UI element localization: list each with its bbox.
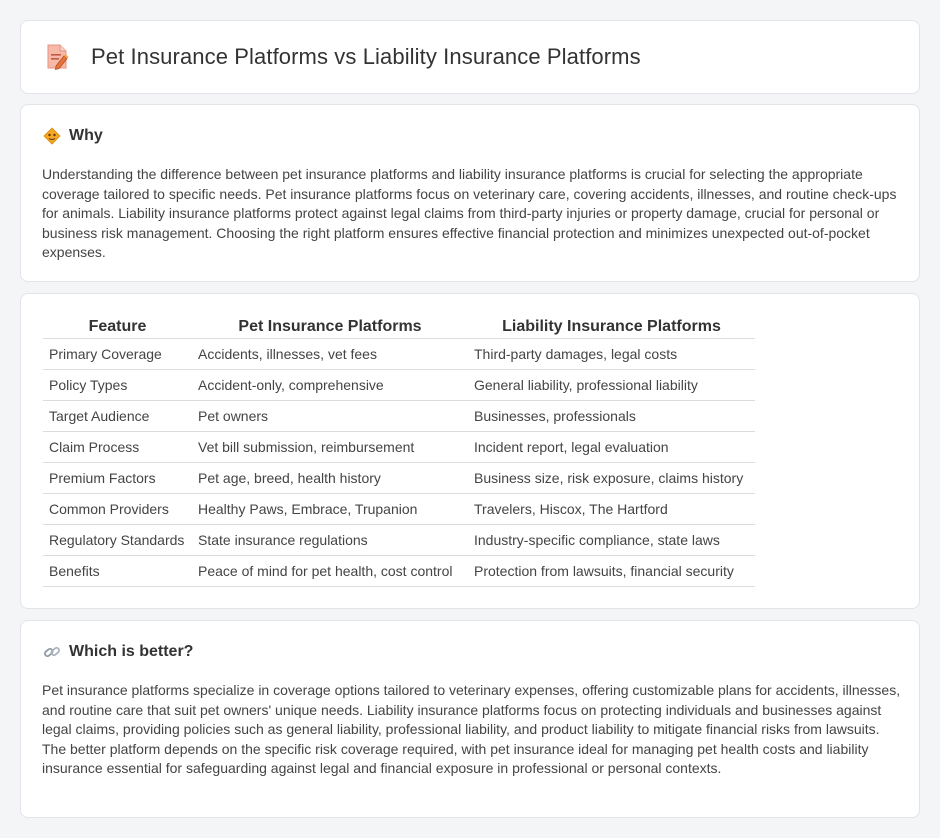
- column-header-liability: Liability Insurance Platforms: [468, 316, 755, 339]
- liability-cell: Business size, risk exposure, claims his…: [468, 462, 755, 494]
- comparison-section: Feature Pet Insurance Platforms Liabilit…: [20, 293, 920, 609]
- table-header-row: Feature Pet Insurance Platforms Liabilit…: [43, 316, 755, 339]
- why-heading: Why: [43, 127, 103, 145]
- pet-cell: Pet owners: [192, 400, 468, 432]
- table-row: Premium Factors Pet age, breed, health h…: [43, 462, 755, 494]
- pet-cell: Accident-only, comprehensive: [192, 369, 468, 401]
- liability-cell: Third-party damages, legal costs: [468, 338, 755, 370]
- liability-cell: Businesses, professionals: [468, 400, 755, 432]
- table-row: Primary Coverage Accidents, illnesses, v…: [43, 338, 755, 370]
- which-is-better-section: Which is better? Pet insurance platforms…: [20, 620, 920, 818]
- feature-cell: Benefits: [43, 555, 192, 587]
- link-icon: [44, 646, 60, 658]
- liability-cell: Travelers, Hiscox, The Hartford: [468, 493, 755, 525]
- better-text: Pet insurance platforms specialize in co…: [42, 682, 901, 777]
- liability-cell: Incident report, legal evaluation: [468, 431, 755, 463]
- liability-cell: Protection from lawsuits, financial secu…: [468, 555, 755, 587]
- table-row: Regulatory Standards State insurance reg…: [43, 524, 755, 556]
- better-heading: Which is better?: [43, 643, 193, 661]
- title-card: Pet Insurance Platforms vs Liability Ins…: [20, 20, 920, 94]
- document-edit-icon: [47, 44, 69, 71]
- feature-cell: Target Audience: [43, 400, 192, 432]
- pet-cell: Accidents, illnesses, vet fees: [192, 338, 468, 370]
- title-row: Pet Insurance Platforms vs Liability Ins…: [45, 43, 641, 71]
- pet-cell: State insurance regulations: [192, 524, 468, 556]
- feature-cell: Policy Types: [43, 369, 192, 401]
- liability-cell: Industry-specific compliance, state laws: [468, 524, 755, 556]
- table-row: Benefits Peace of mind for pet health, c…: [43, 555, 755, 587]
- column-header-feature: Feature: [43, 316, 192, 339]
- warning-diamond-icon: [43, 127, 61, 145]
- feature-cell: Common Providers: [43, 493, 192, 525]
- pet-cell: Vet bill submission, reimbursement: [192, 431, 468, 463]
- table-row: Claim Process Vet bill submission, reimb…: [43, 431, 755, 463]
- page-title: Pet Insurance Platforms vs Liability Ins…: [91, 44, 641, 69]
- pet-cell: Pet age, breed, health history: [192, 462, 468, 494]
- why-text: Understanding the difference between pet…: [42, 166, 897, 261]
- table-row: Common Providers Healthy Paws, Embrace, …: [43, 493, 755, 525]
- pet-cell: Peace of mind for pet health, cost contr…: [192, 555, 468, 587]
- column-header-pet: Pet Insurance Platforms: [192, 316, 468, 339]
- feature-cell: Claim Process: [43, 431, 192, 463]
- comparison-table: Feature Pet Insurance Platforms Liabilit…: [43, 316, 755, 587]
- feature-cell: Primary Coverage: [43, 338, 192, 370]
- liability-cell: General liability, professional liabilit…: [468, 369, 755, 401]
- table-row: Target Audience Pet owners Businesses, p…: [43, 400, 755, 432]
- better-title: Which is better?: [69, 643, 194, 660]
- pet-cell: Healthy Paws, Embrace, Trupanion: [192, 493, 468, 525]
- table-row: Policy Types Accident-only, comprehensiv…: [43, 369, 755, 401]
- feature-cell: Regulatory Standards: [43, 524, 192, 556]
- feature-cell: Premium Factors: [43, 462, 192, 494]
- why-section: Why Understanding the difference between…: [20, 104, 920, 282]
- why-title: Why: [69, 127, 103, 144]
